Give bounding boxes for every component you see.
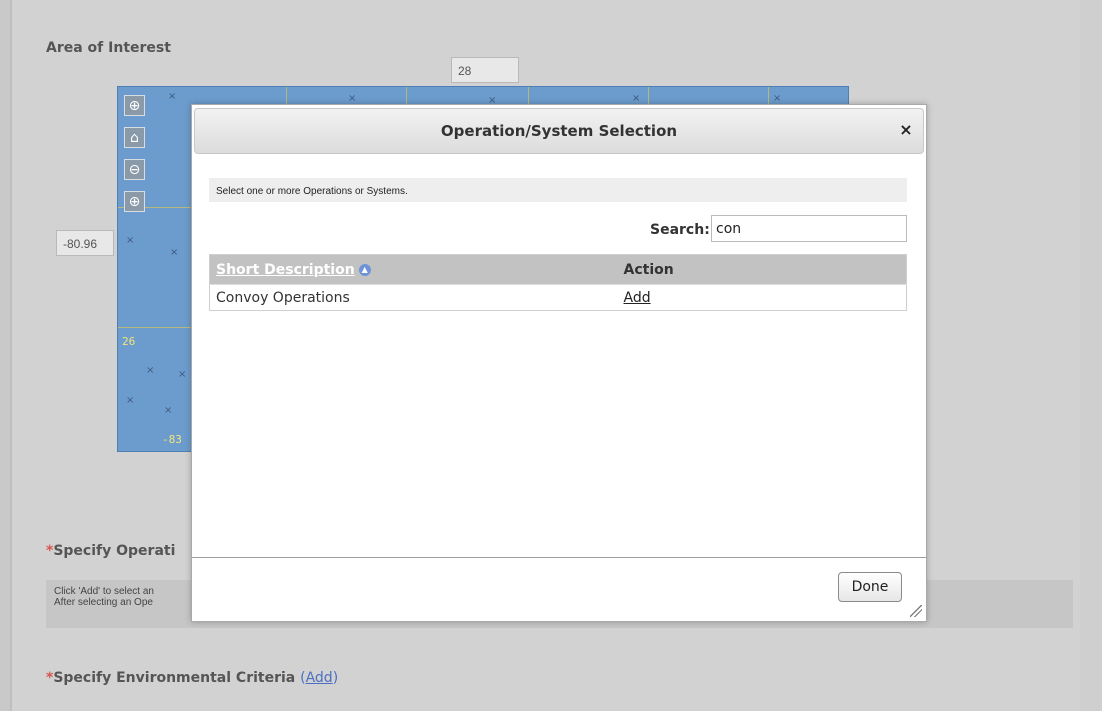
dialog-title: Operation/System Selection <box>440 122 678 140</box>
map-marker: × <box>164 405 173 416</box>
close-icon[interactable]: × <box>897 121 915 139</box>
env-add-wrapper: (Add) <box>300 670 339 686</box>
specify-operations-label: *Specify Operati <box>46 543 175 559</box>
environmental-criteria-label: *Specify Environmental Criteria (Add) <box>46 670 338 686</box>
operation-system-selection-dialog: Operation/System Selection × Select one … <box>191 104 927 622</box>
dialog-instructions: Select one or more Operations or Systems… <box>209 178 907 202</box>
west-coordinate-field[interactable]: -80.96 <box>56 230 114 256</box>
map-marker: × <box>126 395 135 406</box>
zoom-in-icon[interactable]: ⊕ <box>124 191 145 212</box>
map-marker: × <box>168 91 177 102</box>
add-link[interactable]: Add <box>624 290 651 306</box>
sort-icon[interactable]: ▲ <box>358 263 371 276</box>
zoom-box-icon[interactable]: ⊕ <box>124 95 145 116</box>
row-description: Convoy Operations <box>209 284 618 311</box>
map-marker: × <box>632 93 641 104</box>
dialog-header: Operation/System Selection × <box>194 108 924 154</box>
map-marker: × <box>170 247 179 258</box>
map-marker: × <box>773 93 782 104</box>
specify-operations-text: Specify Operati <box>53 543 176 559</box>
north-coordinate-field[interactable]: 28 <box>451 57 519 83</box>
home-icon[interactable]: ⌂ <box>124 127 145 148</box>
resize-handle-icon[interactable] <box>910 605 922 617</box>
map-longitude-label: -83 <box>162 433 182 446</box>
zoom-out-icon[interactable]: ⊖ <box>124 159 145 180</box>
table-header-row: Short Description ▲ Action <box>209 254 907 285</box>
add-environmental-criteria-link[interactable]: Add <box>306 670 333 686</box>
map-latitude-label: 26 <box>122 335 136 348</box>
done-button[interactable]: Done <box>838 572 902 602</box>
map-marker: × <box>348 93 357 104</box>
left-gutter <box>0 0 10 711</box>
map-marker: × <box>178 369 187 380</box>
short-description-sort-link[interactable]: Short Description <box>216 262 355 278</box>
table-row: Convoy Operations Add <box>209 284 907 311</box>
map-marker: × <box>126 235 135 246</box>
dialog-divider <box>192 557 926 558</box>
map-marker: × <box>146 365 155 376</box>
search-label: Search: <box>650 222 710 238</box>
environmental-criteria-text: Specify Environmental Criteria <box>53 670 296 686</box>
area-of-interest-label: Area of Interest <box>46 40 171 56</box>
row-action-cell: Add <box>617 284 907 311</box>
right-gutter <box>1080 0 1102 711</box>
short-description-header[interactable]: Short Description ▲ <box>209 254 618 285</box>
action-header: Action <box>617 254 907 285</box>
results-table: Short Description ▲ Action Convoy Operati… <box>209 254 907 311</box>
search-input[interactable] <box>711 215 907 242</box>
